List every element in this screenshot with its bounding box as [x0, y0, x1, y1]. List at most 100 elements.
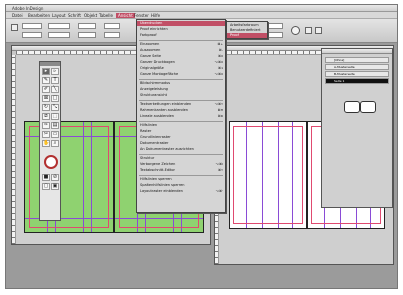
menu-help[interactable]: Hilfe	[151, 13, 160, 18]
rectangle-frame-tool-icon[interactable]: ⊠	[42, 95, 50, 102]
view-menu-item-label: Anzeigeleistung	[140, 87, 168, 91]
view-menu-item[interactable]: Rahmenkanten ausblenden ⌘H	[137, 108, 225, 113]
menu-separator	[139, 40, 223, 41]
direct-selection-tool-icon[interactable]: ▹	[51, 68, 59, 75]
gradient-tool-icon[interactable]: ▤	[51, 122, 59, 129]
preview-view-icon[interactable]: ▣	[51, 183, 59, 190]
page-left-1[interactable]	[24, 121, 114, 233]
y-field[interactable]	[22, 32, 42, 38]
view-menu-item[interactable]: Struktur	[137, 156, 225, 161]
menu-table[interactable]: Tabelle	[99, 13, 113, 18]
button-tool-icon[interactable]: ▭	[51, 131, 59, 138]
zoom-tool-icon[interactable]: ⌕	[51, 140, 59, 147]
height-field[interactable]	[48, 32, 70, 38]
view-menu-item[interactable]: Auszoomen ⌘-	[137, 48, 225, 53]
menu-file[interactable]: Datei	[12, 13, 23, 18]
view-menu-item-label: Verborgene Zeichen	[140, 162, 176, 166]
pages-row[interactable]: A-Musterseite	[325, 64, 389, 70]
normal-view-icon[interactable]: ▢	[42, 183, 50, 190]
fill-stroke-icon[interactable]	[44, 155, 58, 169]
tools-panel[interactable]: ▸ ▹ ✎ T ✐ ╲ ⊠ □ ↻ ⤡ ⧄ ⬚ ✑ ▤ ✂ ▭ ✋ ⌕ ■ ⊘ …	[39, 61, 61, 221]
view-menu-item-label: Hilfslinien sperren	[140, 177, 172, 181]
tools-panel-title[interactable]	[40, 62, 60, 66]
page-thumbnail-icon[interactable]	[344, 101, 360, 113]
view-menu-item[interactable]: Anzeigeleistung	[137, 87, 225, 92]
view-menu-item[interactable]: Strukturansicht	[137, 93, 225, 98]
view-menu-item[interactable]: Farbproof	[137, 33, 225, 38]
view-menu-item-shortcut: ⌥⌘'	[215, 189, 223, 193]
view-menu-item[interactable]: Originalgröße ⌘1	[137, 66, 225, 71]
scissors-tool-icon[interactable]: ✂	[42, 131, 50, 138]
view-menu-item[interactable]: Ganze Seite ⌘0	[137, 54, 225, 59]
view-menu-item[interactable]: Spaltenhilfslinien sperren	[137, 183, 225, 188]
view-menu-item[interactable]: Bildschirmmodus	[137, 81, 225, 86]
rotate-tool-icon[interactable]: ↻	[42, 104, 50, 111]
view-menu-item-shortcut: ⌘1	[218, 66, 223, 70]
pages-row-selected[interactable]: Seite 1	[325, 78, 389, 84]
view-menu-item[interactable]: Textabschnitt-Editor ⌘Y	[137, 168, 225, 173]
reference-point-icon[interactable]	[11, 24, 18, 31]
view-menu-item[interactable]: An Dokumentraster ausrichten	[137, 147, 225, 152]
pages-row[interactable]: B-Musterseite	[325, 71, 389, 77]
proof-submenu: Arbeitsfarbraum Benutzerdefiniert Proof	[226, 21, 268, 39]
pencil-tool-icon[interactable]: ✐	[42, 86, 50, 93]
view-menu-item[interactable]: Dokumentraster	[137, 141, 225, 146]
menu-window[interactable]: Fenster	[134, 13, 149, 18]
page-right-1[interactable]	[229, 121, 307, 229]
view-menu-item[interactable]: Überdrucken	[137, 21, 225, 26]
title-bar[interactable]: Adobe InDesign	[6, 5, 397, 12]
pages-panel[interactable]: [Ohne] A-Musterseite B-Musterseite Seite…	[321, 48, 393, 208]
page-thumbnail-icon[interactable]	[360, 101, 376, 113]
view-menu-item[interactable]: Ganze Montagefläche ⌥⌘0	[137, 72, 225, 77]
apply-none-icon[interactable]: ⊘	[51, 174, 59, 181]
view-menu-item-shortcut: ⌘Y	[218, 168, 223, 172]
menu-type[interactable]: Schrift	[68, 13, 81, 18]
view-menu-item[interactable]: Einzoomen ⌘+	[137, 42, 225, 47]
menu-object[interactable]: Objekt	[84, 13, 97, 18]
select-content-icon[interactable]	[315, 27, 322, 34]
view-menu-item[interactable]: Proof einrichten	[137, 27, 225, 32]
x-field[interactable]	[22, 23, 42, 29]
rotation-field[interactable]	[104, 23, 120, 29]
width-field[interactable]	[48, 23, 70, 29]
proof-submenu-item[interactable]: Proof	[227, 33, 267, 38]
view-menu-item-label: Proof einrichten	[140, 27, 168, 31]
shear-tool-icon[interactable]: ⧄	[42, 113, 50, 120]
menu-separator	[139, 175, 223, 176]
apply-color-icon[interactable]: ■	[42, 174, 50, 181]
view-menu-item-label: Einzoomen	[140, 42, 160, 46]
menu-view[interactable]: Ansicht	[116, 13, 135, 18]
view-menu-item[interactable]: Hilfslinien	[137, 123, 225, 128]
menu-layout[interactable]: Layout	[52, 13, 66, 18]
rectangle-tool-icon[interactable]: □	[51, 95, 59, 102]
view-menu-item[interactable]: Hilfslinien sperren	[137, 177, 225, 182]
type-tool-icon[interactable]: T	[51, 77, 59, 84]
view-menu-item-label: Dokumentraster	[140, 141, 169, 145]
fitting-icon[interactable]	[291, 26, 300, 35]
view-menu-item[interactable]: Lineale ausblenden ⌘R	[137, 114, 225, 119]
selection-tool-icon[interactable]: ▸	[42, 68, 50, 75]
view-menu-item[interactable]: Grundlinienraster	[137, 135, 225, 140]
shear-field[interactable]	[104, 32, 120, 38]
scale-tool-icon[interactable]: ⤡	[51, 104, 59, 111]
scale-y-field[interactable]	[78, 32, 96, 38]
eyedropper-tool-icon[interactable]: ✑	[42, 122, 50, 129]
view-menu-item[interactable]: Textverkettungen einblenden ⌥⌘Y	[137, 102, 225, 107]
view-menu-item[interactable]: Verborgene Zeichen ⌥⌘I	[137, 162, 225, 167]
scale-x-field[interactable]	[78, 23, 96, 29]
view-menu-item[interactable]: Layoutraster einblenden ⌥⌘'	[137, 189, 225, 194]
view-menu-item-shortcut: ⌥⌘I	[215, 162, 223, 166]
free-transform-tool-icon[interactable]: ⬚	[51, 113, 59, 120]
window-title: Adobe InDesign	[12, 6, 44, 11]
pages-row[interactable]: [Ohne]	[325, 57, 389, 63]
view-menu-item[interactable]: Raster	[137, 129, 225, 134]
hand-tool-icon[interactable]: ✋	[42, 140, 50, 147]
view-menu-item[interactable]: Ganzer Druckbogen ⌥⌘0	[137, 60, 225, 65]
workspace: ▸ ▹ ✎ T ✐ ╲ ⊠ □ ↻ ⤡ ⧄ ⬚ ✑ ▤ ✂ ▭ ✋ ⌕ ■ ⊘ …	[6, 19, 397, 288]
line-tool-icon[interactable]: ╲	[51, 86, 59, 93]
select-container-icon[interactable]	[305, 27, 312, 34]
menu-edit[interactable]: Bearbeiten	[28, 13, 50, 18]
pen-tool-icon[interactable]: ✎	[42, 77, 50, 84]
view-menu-item-label: An Dokumentraster ausrichten	[140, 147, 194, 151]
pages-panel-title[interactable]	[322, 49, 392, 54]
